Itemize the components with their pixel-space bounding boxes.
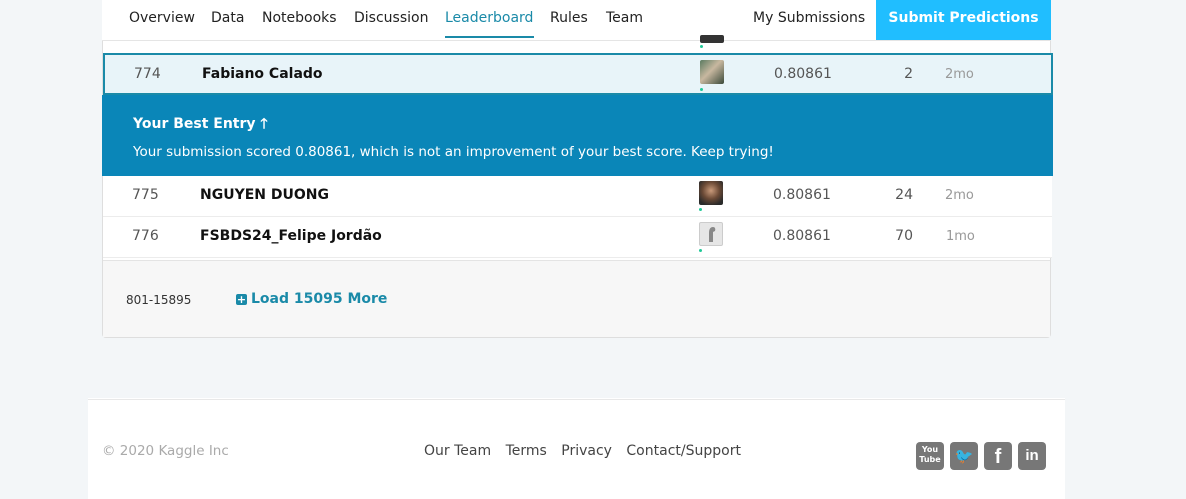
footer-link-contact[interactable]: Contact/Support: [626, 443, 741, 459]
best-entry-title-text: Your Best Entry: [133, 116, 261, 132]
tab-rules[interactable]: Rules: [550, 0, 588, 38]
leaderboard-table: 774 Fabiano Calado 0.80861 2 2mo 775 NGU…: [102, 35, 1053, 338]
plus-square-icon: +: [236, 293, 247, 306]
rank-cell: 775: [132, 187, 159, 203]
score-cell: 0.80861: [773, 228, 831, 244]
my-submissions-link[interactable]: My Submissions: [753, 0, 865, 38]
best-entry-message: Your submission scored 0.80861, which is…: [133, 144, 774, 160]
online-indicator: [699, 249, 702, 252]
team-name-cell[interactable]: FSBDS24_Felipe Jordão: [200, 228, 382, 244]
competition-nav: Overview Data Notebooks Discussion Leade…: [102, 0, 1051, 42]
footer-link-terms[interactable]: Terms: [506, 443, 547, 459]
footer-link-our-team[interactable]: Our Team: [424, 443, 491, 459]
last-submission-cell: 2mo: [945, 67, 974, 82]
tab-notebooks[interactable]: Notebooks: [262, 0, 337, 38]
tab-discussion[interactable]: Discussion: [354, 0, 428, 38]
default-avatar-icon: [709, 227, 716, 242]
tab-overview[interactable]: Overview: [129, 0, 195, 38]
last-submission-cell: 1mo: [946, 229, 975, 244]
avatar: [700, 35, 724, 43]
avatar[interactable]: [699, 181, 723, 205]
best-entry-title: Your Best Entry 🡑: [133, 113, 268, 137]
range-label: 801-15895: [126, 293, 192, 307]
score-cell: 0.80861: [774, 66, 832, 82]
online-indicator: [700, 45, 703, 48]
load-more-label: Load 15095 More: [251, 291, 388, 307]
twitter-icon[interactable]: 🐦: [950, 442, 978, 470]
tab-team[interactable]: Team: [606, 0, 643, 38]
entries-cell: 2: [904, 66, 913, 82]
team-name-cell[interactable]: NGUYEN DUONG: [200, 187, 329, 203]
team-name-cell[interactable]: Fabiano Calado: [202, 66, 323, 82]
footer-links: Our Team Terms Privacy Contact/Support: [424, 443, 751, 459]
facebook-icon[interactable]: f: [984, 442, 1012, 470]
rank-cell: 774: [134, 66, 161, 82]
online-indicator: [699, 208, 702, 211]
submit-predictions-button[interactable]: Submit Predictions: [876, 0, 1051, 40]
linkedin-icon[interactable]: in: [1018, 442, 1046, 470]
table-row[interactable]: 775 NGUYEN DUONG 0.80861 24 2mo: [103, 176, 1052, 217]
table-row[interactable]: 776 FSBDS24_Felipe Jordão 0.80861 70 1mo: [103, 217, 1052, 258]
last-submission-cell: 2mo: [945, 188, 974, 203]
online-indicator: [700, 88, 703, 91]
youtube-icon[interactable]: You Tube: [916, 442, 944, 470]
tab-leaderboard[interactable]: Leaderboard: [445, 0, 534, 38]
entries-cell: 24: [895, 187, 913, 203]
load-more-button[interactable]: + Load 15095 More: [236, 291, 387, 307]
copyright: © 2020 Kaggle Inc: [102, 443, 229, 459]
page: Overview Data Notebooks Discussion Leade…: [88, 0, 1065, 499]
avatar[interactable]: [700, 60, 724, 84]
entries-cell: 70: [895, 228, 913, 244]
footer-link-privacy[interactable]: Privacy: [561, 443, 612, 459]
arrow-up-icon: 🡑: [260, 116, 268, 132]
table-row-highlighted[interactable]: 774 Fabiano Calado 0.80861 2 2mo: [103, 53, 1053, 95]
best-entry-banner: Your Best Entry 🡑 Your submission scored…: [102, 95, 1053, 176]
load-more-area: 801-15895 + Load 15095 More: [103, 260, 1050, 337]
score-cell: 0.80861: [773, 187, 831, 203]
tab-data[interactable]: Data: [211, 0, 244, 38]
rank-cell: 776: [132, 228, 159, 244]
footer: © 2020 Kaggle Inc Our Team Terms Privacy…: [88, 399, 1065, 499]
avatar[interactable]: [699, 222, 723, 246]
